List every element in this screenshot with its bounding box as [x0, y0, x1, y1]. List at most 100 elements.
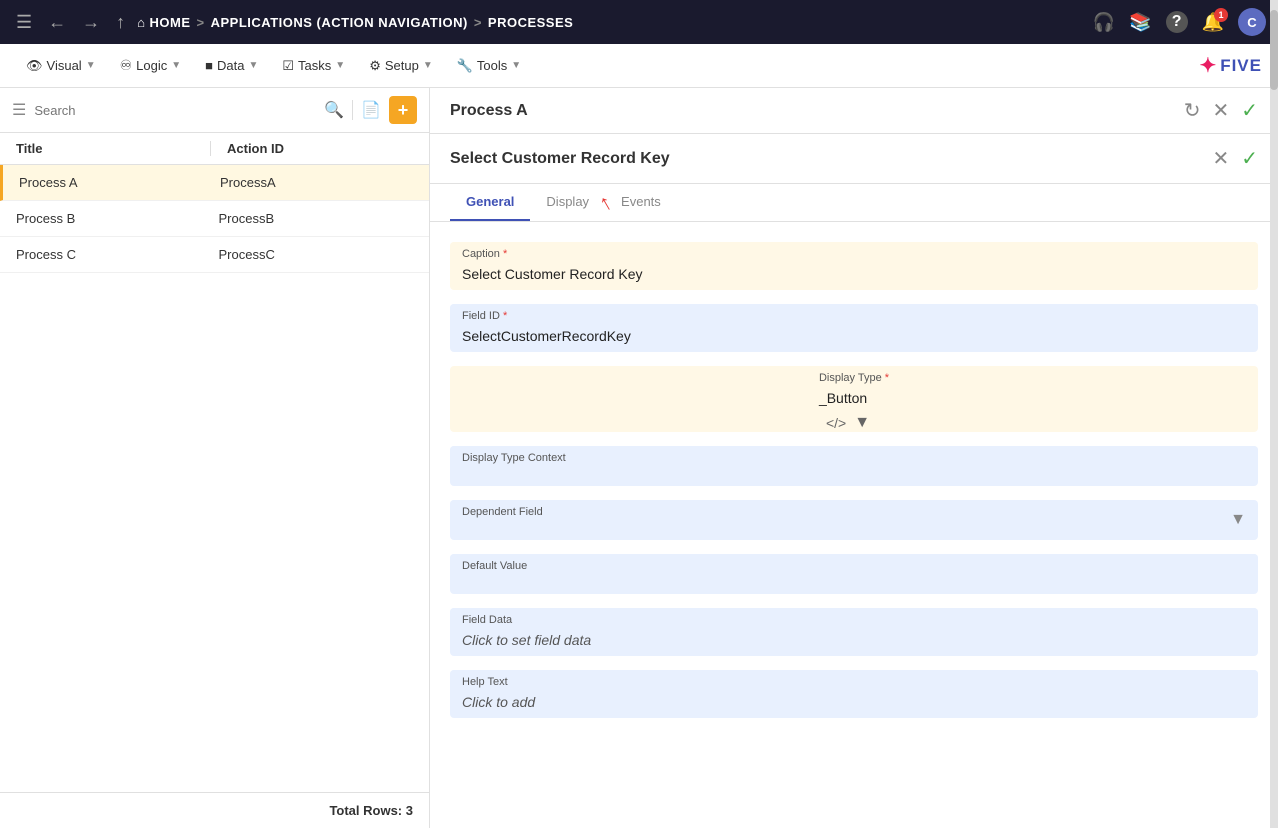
nav-data[interactable]: ■ Data ▼ [195, 52, 268, 79]
check-icon[interactable]: ✓ [1241, 98, 1258, 123]
tab-general[interactable]: General [450, 184, 530, 221]
table-footer: Total Rows: 3 [0, 792, 429, 828]
vertical-scrollbar[interactable] [1270, 222, 1278, 828]
row-title: Process B [16, 211, 211, 226]
tasks-icon: ☑ [282, 58, 294, 74]
nav-setup[interactable]: ⚙ Setup ▼ [359, 52, 443, 80]
notification-count: 1 [1214, 8, 1228, 22]
help-text-value: Click to add [450, 690, 1258, 718]
nav-tools[interactable]: 🔧 Tools ▼ [447, 52, 531, 80]
caption-required: * [503, 248, 507, 260]
row-action-id: ProcessC [211, 247, 414, 262]
back-icon[interactable]: ← [44, 8, 70, 37]
search-bar: ☰ 🔍 📄 + [0, 88, 429, 133]
user-avatar[interactable]: C [1238, 8, 1266, 36]
add-button[interactable]: + [389, 96, 417, 124]
main-area: ☰ 🔍 📄 + Title Action ID Process A Proces… [0, 88, 1278, 828]
code-icon[interactable]: </> [826, 415, 846, 431]
notification-bell[interactable]: 🔔 1 [1202, 12, 1224, 33]
home-crumb[interactable]: ⌂ HOME [137, 15, 190, 30]
data-arrow: ▼ [248, 60, 258, 71]
display-type-inner: Display Type * _Button [807, 366, 901, 414]
tools-icon: 🔧 [457, 58, 473, 74]
right-panel: Process A ↻ ✕ ✓ Select Customer Record K… [430, 88, 1278, 828]
applications-crumb[interactable]: APPLICATIONS (ACTION NAVIGATION) [211, 15, 468, 30]
dependent-field-field: Dependent Field ▼ [450, 500, 1258, 540]
row-title: Process C [16, 247, 211, 262]
top-nav-right: 🎧 📚 ? 🔔 1 C [1093, 8, 1266, 36]
search-icon[interactable]: 🔍 [324, 100, 344, 120]
row-action-id: ProcessB [211, 211, 414, 226]
field-id-label: Field ID * [450, 304, 1258, 324]
hamburger-icon[interactable]: ☰ [12, 8, 36, 37]
form-body: Caption * Field ID * [430, 222, 1278, 828]
search-divider [352, 100, 353, 120]
display-type-required: * [885, 372, 889, 384]
table-row[interactable]: Process B ProcessB [0, 201, 429, 237]
field-data-value: Click to set field data [450, 628, 1258, 656]
document-icon[interactable]: 📄 [361, 100, 381, 120]
caption-input[interactable] [450, 262, 1258, 290]
display-type-context-field: Display Type Context [450, 446, 1258, 486]
field-data-field[interactable]: Field Data Click to set field data [450, 608, 1258, 656]
breadcrumb: ⌂ HOME > APPLICATIONS (ACTION NAVIGATION… [137, 15, 1085, 30]
setup-icon: ⚙ [369, 58, 381, 74]
help-text-field[interactable]: Help Text Click to add [450, 670, 1258, 718]
nav-visual[interactable]: 👁 Visual ▼ [16, 52, 106, 80]
form-panel-header: Select Customer Record Key ✕ ✓ [430, 134, 1278, 184]
five-logo-icon: ✦ [1199, 53, 1216, 78]
tab-events[interactable]: Events [605, 184, 677, 221]
display-type-context-label: Display Type Context [450, 446, 1258, 466]
headset-icon[interactable]: 🎧 [1093, 12, 1115, 33]
process-title: Process A [450, 102, 1184, 120]
books-icon[interactable]: 📚 [1129, 12, 1151, 33]
nav-logic[interactable]: ♾ Logic ▼ [110, 51, 192, 80]
help-icon[interactable]: ? [1166, 11, 1188, 33]
caption-label: Caption * [450, 242, 1258, 262]
home-icon: ⌂ [137, 15, 145, 30]
visual-arrow: ▼ [86, 60, 96, 71]
header-action-col: Action ID [219, 141, 413, 156]
field-id-input[interactable] [450, 324, 1258, 352]
left-panel: ☰ 🔍 📄 + Title Action ID Process A Proces… [0, 88, 430, 828]
five-logo: ✦ FIVE [1199, 53, 1262, 78]
display-type-icons: </> ▼ [826, 414, 882, 432]
form-panel-title: Select Customer Record Key [450, 150, 1212, 168]
up-icon[interactable]: ↑ [112, 8, 129, 37]
row-action-id: ProcessA [212, 175, 413, 190]
display-type-value: _Button [807, 386, 901, 414]
table-row[interactable]: Process C ProcessC [0, 237, 429, 273]
breadcrumb-sep1: > [197, 15, 205, 30]
processes-crumb[interactable]: PROCESSES [488, 15, 573, 30]
field-id-field: Field ID * [450, 304, 1258, 352]
tab-display[interactable]: Display [530, 184, 605, 221]
close-icon[interactable]: ✕ [1212, 98, 1229, 123]
table-header: Title Action ID [0, 133, 429, 165]
display-type-field: Display Type * _Button </> ▼ [450, 366, 1258, 432]
logic-arrow: ▼ [171, 60, 181, 71]
five-logo-text: FIVE [1220, 56, 1262, 76]
search-input[interactable] [34, 103, 316, 118]
setup-arrow: ▼ [423, 60, 433, 71]
column-divider [210, 141, 211, 156]
home-label: HOME [150, 15, 191, 30]
nav-tasks[interactable]: ☑ Tasks ▼ [272, 52, 355, 80]
form-close-icon[interactable]: ✕ [1212, 146, 1229, 171]
field-id-required: * [503, 310, 507, 322]
forward-icon[interactable]: → [78, 8, 104, 37]
default-value-label: Default Value [450, 554, 1258, 574]
table-row[interactable]: Process A ProcessA [0, 165, 429, 201]
table-body: Process A ProcessA Process B ProcessB Pr… [0, 165, 429, 792]
dependent-field-label: Dependent Field [450, 500, 1230, 520]
footer-count: 3 [406, 803, 413, 818]
refresh-icon[interactable]: ↻ [1184, 98, 1201, 123]
header-title-col: Title [16, 141, 202, 156]
form-check-icon[interactable]: ✓ [1241, 146, 1258, 171]
header-actions: ↻ ✕ ✓ [1184, 98, 1258, 123]
row-title: Process A [19, 175, 212, 190]
filter-icon[interactable]: ☰ [12, 100, 26, 120]
dropdown-chevron-icon[interactable]: ▼ [854, 414, 870, 432]
dependent-field-chevron[interactable]: ▼ [1230, 511, 1258, 529]
top-nav: ☰ ← → ↑ ⌂ HOME > APPLICATIONS (ACTION NA… [0, 0, 1278, 44]
form-panel-actions: ✕ ✓ [1212, 146, 1258, 171]
